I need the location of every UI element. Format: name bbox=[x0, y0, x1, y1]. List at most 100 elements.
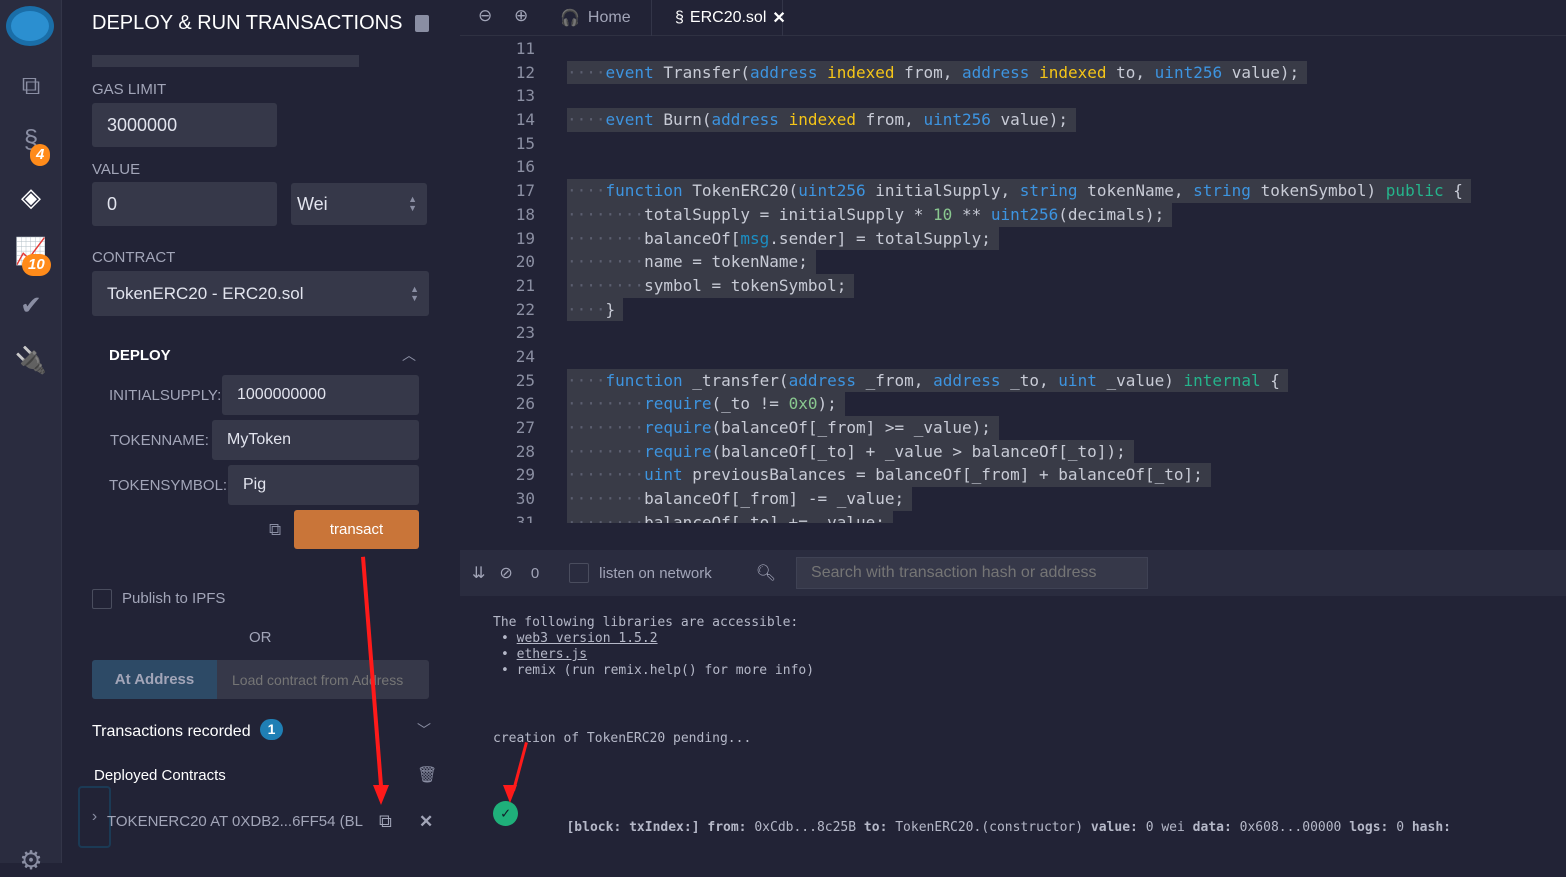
clear-deployed-icon[interactable]: 🗑 bbox=[417, 765, 437, 785]
collapse-deploy-icon[interactable]: ︿ bbox=[402, 345, 416, 365]
tx-logs: 0 bbox=[1396, 820, 1405, 835]
gas-limit-input[interactable]: 3000000 bbox=[92, 103, 277, 147]
testing-icon[interactable]: ✔ bbox=[14, 288, 48, 322]
terminal-output: The following libraries are accessible: … bbox=[460, 596, 1566, 863]
code-token: string bbox=[1193, 181, 1251, 201]
code-token: 0x0 bbox=[788, 394, 818, 414]
code-token: (_to != bbox=[711, 394, 789, 414]
copy-address-icon[interactable]: ⧉ bbox=[379, 811, 392, 832]
listen-network-checkbox[interactable] bbox=[569, 563, 590, 583]
listen-network-label: listen on network bbox=[599, 564, 712, 582]
line-number: 22 bbox=[515, 299, 535, 319]
or-divider: OR bbox=[249, 629, 272, 646]
code-content: ········symbol = tokenSymbol; bbox=[567, 273, 855, 298]
transaction-search-input[interactable] bbox=[796, 557, 1149, 589]
code-token: { bbox=[1260, 370, 1280, 390]
code-line: 29 ········uint previousBalances = balanc… bbox=[460, 463, 1566, 488]
lib-link-ethers[interactable]: ethers.js bbox=[517, 647, 587, 662]
pending-message: creation of TokenERC20 pending... bbox=[493, 731, 752, 746]
copy-calldata-icon[interactable]: ⧉ bbox=[269, 520, 281, 540]
code-token: indexed bbox=[827, 62, 895, 82]
zoom-out-icon[interactable]: ⊖ bbox=[478, 6, 492, 26]
code-editor[interactable]: 11 12 ····event Transfer(address indexed f… bbox=[460, 37, 1566, 523]
zoom-in-icon[interactable]: ⊕ bbox=[514, 6, 528, 26]
code-line: 22 ····} bbox=[460, 297, 1566, 322]
transaction-log[interactable]: [block: txIndex:] from: 0xCdb...8c25B to… bbox=[543, 805, 1451, 850]
indent-guide: ···· bbox=[567, 370, 606, 390]
line-number: 13 bbox=[515, 86, 535, 106]
code-token: require bbox=[644, 394, 712, 414]
code-token: function bbox=[605, 181, 683, 201]
transact-button[interactable]: transact bbox=[294, 510, 419, 549]
code-content: ····} bbox=[567, 297, 624, 322]
code-token: uint256 bbox=[990, 204, 1059, 224]
line-number: 27 bbox=[515, 418, 535, 437]
code-token: indexed bbox=[1039, 62, 1107, 82]
settings-icon[interactable]: ⚙ bbox=[14, 843, 48, 877]
value-input[interactable]: 0 bbox=[92, 182, 277, 226]
lib-link-web3[interactable]: web3 version 1.5.2 bbox=[517, 631, 658, 646]
line-number: 12 bbox=[515, 62, 535, 82]
code-line: 31 ········balanceOf[_to] += _value; bbox=[460, 510, 1566, 523]
code-token: require bbox=[644, 441, 712, 461]
solidity-icon: § bbox=[675, 9, 684, 26]
unit-select[interactable]: Wei ▲ ▼ bbox=[291, 183, 427, 225]
clear-terminal-icon[interactable]: ⊘ bbox=[499, 563, 512, 583]
tx-logs-label: logs: bbox=[1349, 820, 1389, 835]
deployed-contracts-label: Deployed Contracts bbox=[94, 767, 226, 784]
environment-bar bbox=[92, 55, 359, 67]
success-check-icon: ✓ bbox=[493, 801, 518, 826]
terminal-toolbar: ⇊ ⊘ 0 listen on network 🔍︎ bbox=[460, 550, 1566, 596]
select-arrows-icon: ▲ ▼ bbox=[410, 283, 419, 303]
editor-area: ⊖ ⊕ 🎧 Home § ERC20.sol ✕ 11 12 ····event Tran… bbox=[460, 0, 1566, 863]
unit-value: Wei bbox=[297, 193, 328, 214]
expand-transactions-icon[interactable]: ﹀ bbox=[417, 720, 431, 740]
deploy-run-icon[interactable]: ◈ bbox=[14, 180, 48, 214]
indent-guide: ········ bbox=[567, 275, 645, 295]
indent-guide: ···· bbox=[567, 299, 606, 319]
code-token: _transfer( bbox=[682, 370, 789, 390]
remix-logo-icon[interactable] bbox=[6, 6, 54, 46]
code-token: (balanceOf[_to] + _value > balanceOf[_to… bbox=[711, 441, 1126, 461]
tab-home[interactable]: 🎧 Home bbox=[560, 0, 652, 36]
indent-guide: ········ bbox=[567, 204, 645, 224]
code-token: ); bbox=[817, 394, 837, 414]
code-line: 14 ····event Burn(address indexed from, u… bbox=[460, 108, 1566, 132]
contract-select[interactable]: TokenERC20 - ERC20.sol ▲ ▼ bbox=[92, 271, 429, 316]
code-content: ········require(balanceOf[_from] >= _val… bbox=[567, 416, 999, 440]
param-input-tokensymbol[interactable]: Pig bbox=[228, 465, 419, 505]
line-number: 20 bbox=[515, 252, 535, 272]
code-token: (balanceOf[_from] >= _value); bbox=[711, 418, 991, 437]
publish-ipfs-checkbox[interactable] bbox=[92, 589, 112, 609]
plugin-manager-icon[interactable]: 🔌 bbox=[14, 343, 48, 377]
tab-erc20[interactable]: § ERC20.sol ✕ bbox=[665, 0, 786, 36]
terminal-intro: The following libraries are accessible: bbox=[493, 615, 799, 630]
remove-contract-icon[interactable]: ✕ bbox=[419, 812, 433, 832]
code-token: ** bbox=[952, 204, 991, 224]
line-number: 29 bbox=[515, 465, 535, 485]
code-line: 19 ········balanceOf[msg.sender] = totalS… bbox=[460, 226, 1566, 251]
transactions-recorded-label[interactable]: Transactions recorded bbox=[92, 723, 251, 741]
docs-icon[interactable] bbox=[415, 15, 429, 32]
code-token: balanceOf[ bbox=[644, 228, 741, 248]
deployed-contract-item[interactable]: TOKENERC20 AT 0XDB2...6FF54 (BL bbox=[107, 813, 363, 830]
code-content: ········name = tokenName; bbox=[567, 250, 816, 274]
file-explorer-icon[interactable]: ⧉ bbox=[14, 68, 48, 102]
at-address-input[interactable] bbox=[217, 660, 429, 699]
code-content: ····function TokenERC20(uint256 initialS… bbox=[567, 179, 1471, 203]
tab-label: Home bbox=[587, 9, 631, 26]
at-address-button[interactable]: At Address bbox=[92, 660, 217, 699]
code-token: uint256 bbox=[798, 181, 866, 201]
code-token: address bbox=[788, 370, 856, 390]
param-input-initialsupply[interactable]: 1000000000 bbox=[222, 375, 419, 415]
code-token: event bbox=[605, 62, 654, 82]
tx-block-label: [block: txIndex:] bbox=[566, 820, 700, 835]
contract-label: CONTRACT bbox=[92, 249, 176, 266]
param-input-tokenname[interactable]: MyToken bbox=[212, 420, 419, 460]
home-icon: 🎧 bbox=[560, 10, 580, 27]
close-tab-icon[interactable]: ✕ bbox=[772, 8, 785, 28]
code-line: 24 bbox=[460, 345, 1566, 369]
collapse-terminal-icon[interactable]: ⇊ bbox=[472, 563, 485, 583]
code-content: ········balanceOf[_to] += _value; bbox=[567, 510, 893, 523]
